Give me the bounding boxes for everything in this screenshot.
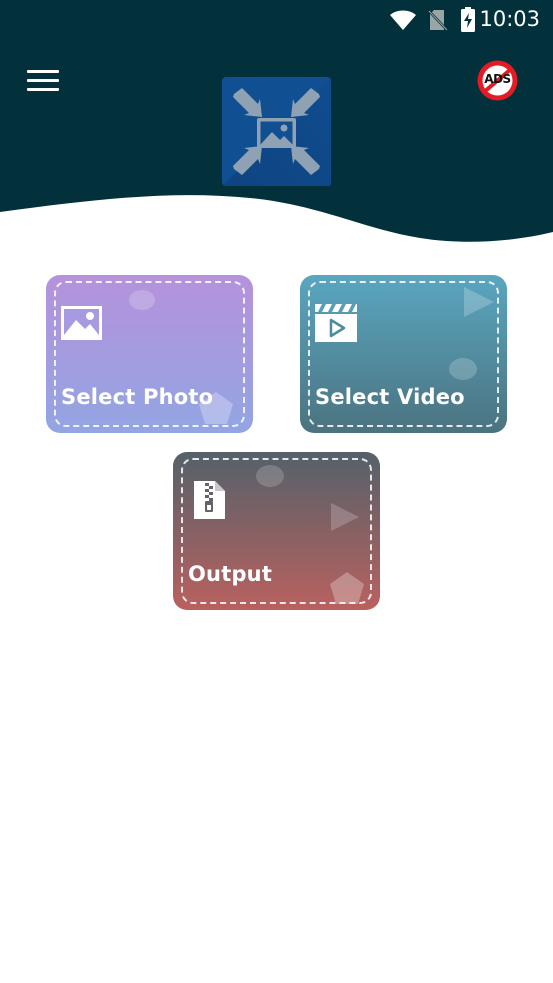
- zip-file-icon: [194, 481, 225, 519]
- header: 10:03 ADS: [0, 0, 553, 250]
- status-time: 10:03: [479, 7, 540, 31]
- select-photo-label: Select Photo: [61, 385, 214, 409]
- output-label: Output: [188, 562, 273, 586]
- select-photo-button[interactable]: Select Photo: [46, 275, 253, 433]
- no-sim-icon: [428, 10, 448, 31]
- menu-button[interactable]: [22, 62, 64, 98]
- output-button[interactable]: Output: [173, 452, 380, 610]
- status-bar: 10:03: [0, 0, 553, 40]
- select-video-button[interactable]: Select Video: [300, 275, 507, 433]
- no-ads-text: ADS: [484, 72, 511, 86]
- image-compress-icon: [222, 77, 331, 186]
- select-video-label: Select Video: [315, 385, 465, 409]
- battery-charging-icon: [461, 7, 475, 32]
- remove-ads-button[interactable]: ADS: [476, 59, 519, 102]
- wifi-icon: [390, 10, 416, 30]
- image-icon: [61, 306, 102, 340]
- video-clapper-icon: [315, 304, 357, 342]
